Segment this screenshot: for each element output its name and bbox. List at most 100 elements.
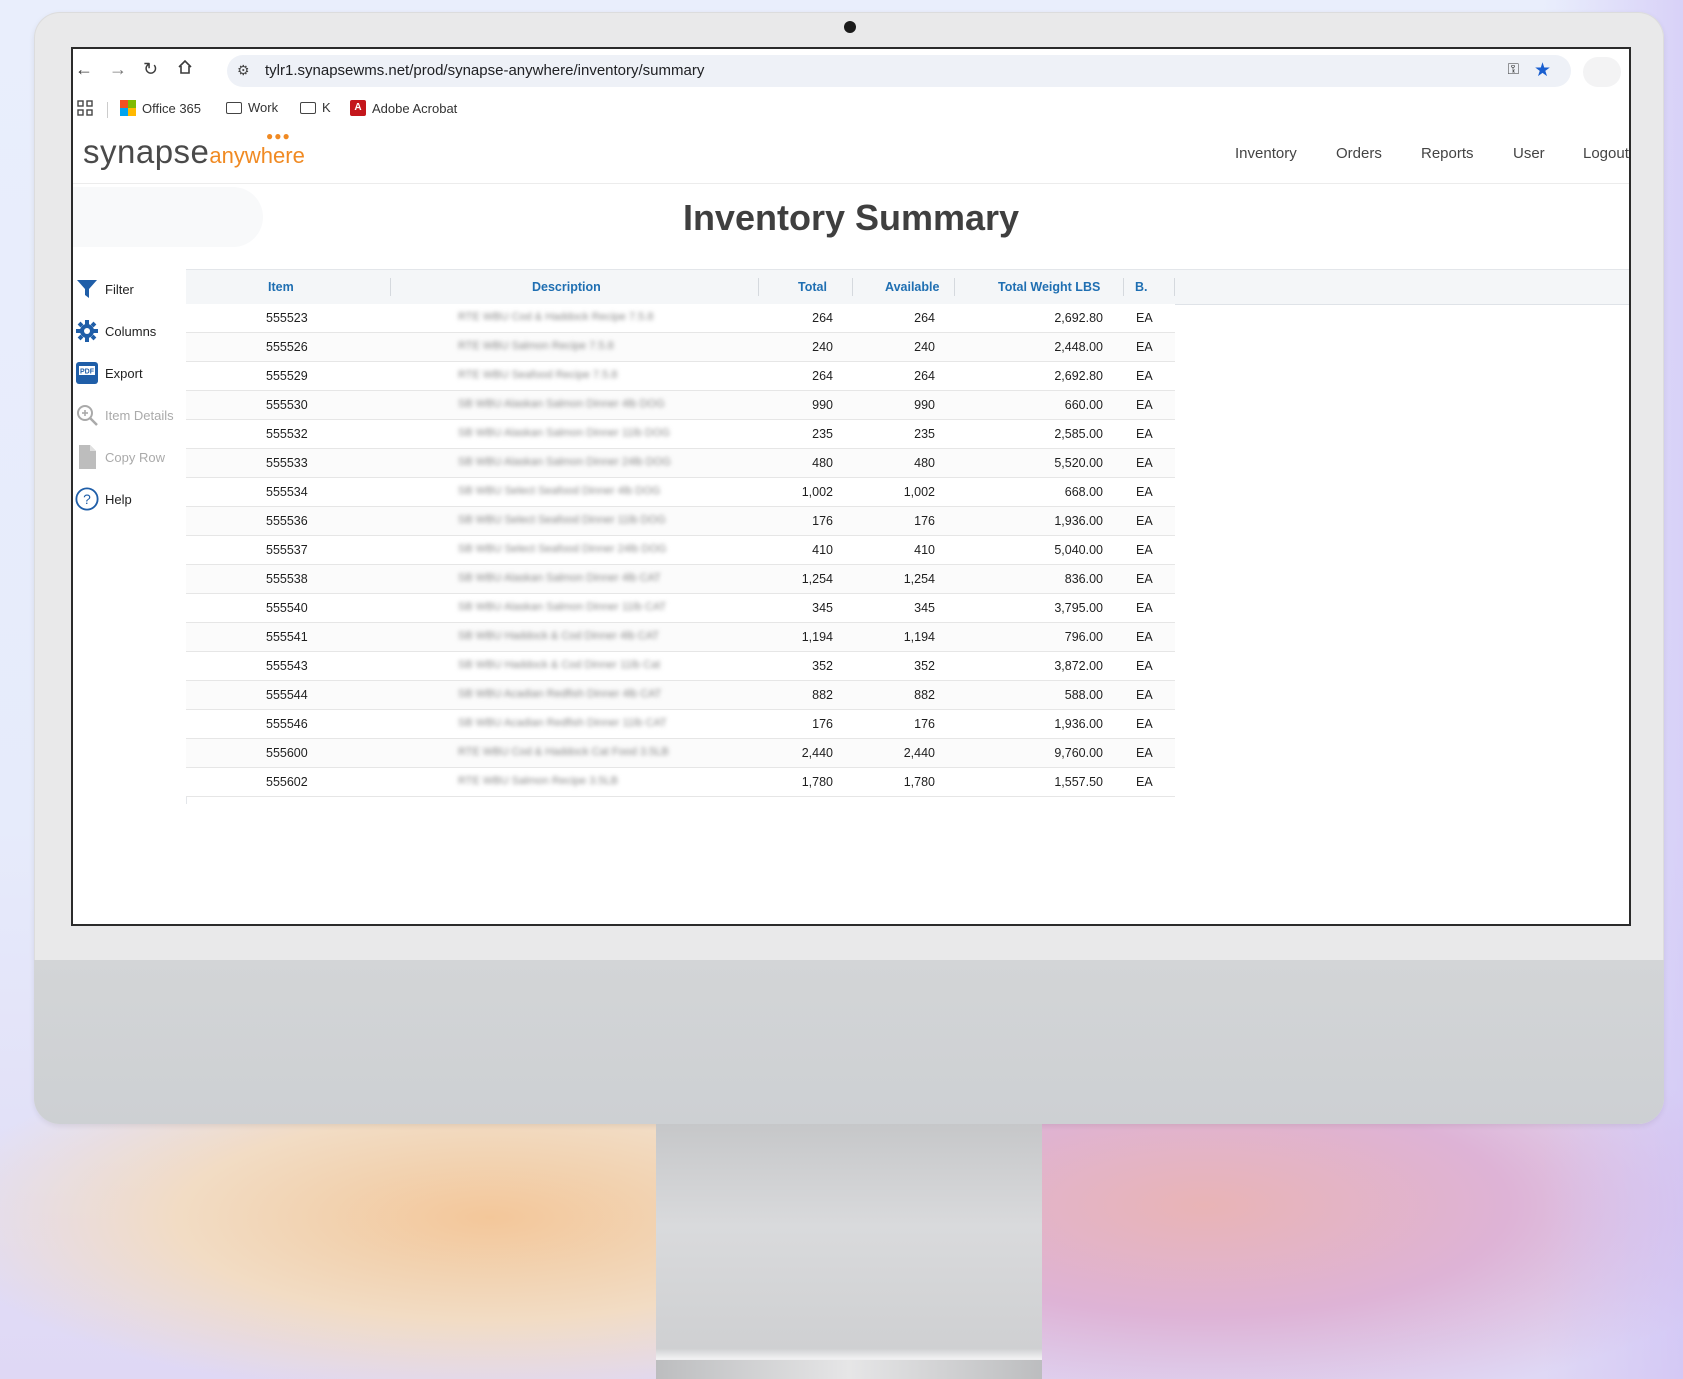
back-arrow-icon[interactable]: ← bbox=[75, 59, 93, 80]
cell-total: 1,780 bbox=[801, 775, 833, 789]
cell-total: 1,254 bbox=[801, 572, 833, 586]
column-header-available[interactable]: Available bbox=[885, 280, 939, 294]
table-row[interactable]: 555544 SB WBU Acadian Redfish Dinner 4lb … bbox=[186, 681, 1175, 710]
cell-total: 990 bbox=[812, 398, 833, 412]
cell-uom: EA bbox=[1136, 775, 1153, 789]
table-body: 555523 RTE WBU Cod & Haddock Recipe 7.5.8… bbox=[186, 304, 1175, 797]
table-row[interactable]: 555536 SB WBU Select Seafood Dinner 11lb … bbox=[186, 507, 1175, 536]
pdf-icon: PDF bbox=[75, 361, 99, 385]
cell-available: 1,002 bbox=[903, 485, 935, 499]
nav-logout[interactable]: Logout bbox=[1583, 145, 1629, 162]
nav-orders[interactable]: Orders bbox=[1336, 145, 1382, 162]
sidebar-label: Filter bbox=[105, 281, 134, 297]
site-settings-icon[interactable]: ⚙ bbox=[237, 62, 250, 79]
reload-icon[interactable]: ↻ bbox=[143, 59, 158, 80]
cell-available: 176 bbox=[914, 717, 935, 731]
cell-total-weight: 836.00 bbox=[1064, 572, 1103, 586]
cell-available: 345 bbox=[914, 601, 935, 615]
cell-total: 1,002 bbox=[801, 485, 833, 499]
table-row[interactable]: 555600 RTE WBU Cod & Haddock Cat Food 3.5… bbox=[186, 739, 1175, 768]
cell-item: 555534 bbox=[266, 485, 308, 499]
key-icon[interactable]: ⚿ bbox=[1508, 61, 1519, 78]
table-row[interactable]: 555602 RTE WBU Salmon Recipe 3.5LB 1,780 1,… bbox=[186, 768, 1175, 797]
table-row[interactable]: 555534 SB WBU Select Seafood Dinner 4lb D… bbox=[186, 478, 1175, 507]
cell-total-weight: 2,692.80 bbox=[1054, 311, 1103, 325]
home-icon[interactable] bbox=[177, 59, 193, 80]
cell-uom: EA bbox=[1136, 688, 1153, 702]
table-row[interactable]: 555540 SB WBU Alaskan Salmon Dinner 11lb … bbox=[186, 594, 1175, 623]
cell-uom: EA bbox=[1136, 311, 1153, 325]
cell-item: 555537 bbox=[266, 543, 308, 557]
column-header-total-weight[interactable]: Total Weight LBS bbox=[998, 280, 1100, 294]
bookmark-label: Work bbox=[248, 100, 279, 115]
table-row[interactable]: 555533 SB WBU Alaskan Salmon Dinner 24lb … bbox=[186, 449, 1175, 478]
cell-available: 264 bbox=[914, 311, 935, 325]
cell-total-weight: 1,936.00 bbox=[1054, 514, 1103, 528]
cell-total: 410 bbox=[812, 543, 833, 557]
column-separator[interactable] bbox=[390, 278, 391, 296]
table-row[interactable]: 555523 RTE WBU Cod & Haddock Recipe 7.5.8… bbox=[186, 304, 1175, 333]
sidebar-help-button[interactable]: ? Help bbox=[75, 487, 132, 511]
column-header-total[interactable]: Total bbox=[798, 280, 827, 294]
sidebar-columns-button[interactable]: Columns bbox=[75, 319, 156, 343]
cell-description: SB WBU Haddock & Cod Dinner 4lb CAT bbox=[458, 630, 659, 642]
cell-total: 352 bbox=[812, 659, 833, 673]
column-separator[interactable] bbox=[954, 278, 955, 296]
column-header-b[interactable]: B. bbox=[1135, 280, 1148, 294]
cell-uom: EA bbox=[1136, 746, 1153, 760]
cell-total-weight: 1,936.00 bbox=[1054, 717, 1103, 731]
table-row[interactable]: 555543 SB WBU Haddock & Cod Dinner 11lb C… bbox=[186, 652, 1175, 681]
column-header-item[interactable]: Item bbox=[268, 280, 294, 294]
table-row[interactable]: 555546 SB WBU Acadian Redfish Dinner 11lb… bbox=[186, 710, 1175, 739]
cell-total-weight: 588.00 bbox=[1064, 688, 1103, 702]
sidebar-filter-button[interactable]: Filter bbox=[75, 277, 134, 301]
sidebar-copy-row-button[interactable]: Copy Row bbox=[75, 445, 165, 469]
column-separator[interactable] bbox=[852, 278, 853, 296]
sidebar-item-details-button[interactable]: Item Details bbox=[75, 403, 174, 427]
bookmark-star-icon[interactable]: ★ bbox=[1534, 59, 1551, 82]
bookmark-k[interactable]: K bbox=[300, 100, 331, 115]
table-row[interactable]: 555526 RTE WBU Salmon Recipe 7.5.8 240 240 2… bbox=[186, 333, 1175, 362]
column-header-description[interactable]: Description bbox=[532, 280, 601, 294]
table-row[interactable]: 555532 SB WBU Alaskan Salmon Dinner 11lb … bbox=[186, 420, 1175, 449]
bookmark-office-365[interactable]: Office 365 bbox=[120, 100, 201, 116]
cell-total-weight: 2,448.00 bbox=[1054, 340, 1103, 354]
cell-available: 2,440 bbox=[903, 746, 935, 760]
cell-available: 1,780 bbox=[903, 775, 935, 789]
address-bar[interactable]: ⚙ tylr1.synapsewms.net/prod/synapse-anyw… bbox=[227, 55, 1571, 87]
svg-text:?: ? bbox=[83, 491, 91, 507]
cell-total: 176 bbox=[812, 514, 833, 528]
cell-description: SB WBU Haddock & Cod Dinner 11lb Cat bbox=[458, 659, 661, 671]
url-text[interactable]: tylr1.synapsewms.net/prod/synapse-anywhe… bbox=[265, 62, 704, 79]
bookmark-label: K bbox=[322, 100, 331, 115]
profile-button[interactable] bbox=[1583, 57, 1621, 87]
column-separator[interactable] bbox=[758, 278, 759, 296]
cell-uom: EA bbox=[1136, 630, 1153, 644]
sidebar-label: Help bbox=[105, 491, 132, 507]
nav-user[interactable]: User bbox=[1513, 145, 1545, 162]
column-separator[interactable] bbox=[1123, 278, 1124, 296]
cell-item: 555600 bbox=[266, 746, 308, 760]
nav-inventory[interactable]: Inventory bbox=[1235, 145, 1297, 162]
table-row[interactable]: 555538 SB WBU Alaskan Salmon Dinner 4lb C… bbox=[186, 565, 1175, 594]
apps-grid-icon[interactable] bbox=[77, 100, 93, 116]
column-separator[interactable] bbox=[1174, 278, 1175, 296]
copy-document-icon bbox=[75, 445, 99, 469]
bookmark-adobe-acrobat[interactable]: A Adobe Acrobat bbox=[350, 100, 457, 116]
bookmark-work[interactable]: Work bbox=[226, 100, 278, 115]
sidebar-export-button[interactable]: PDF Export bbox=[75, 361, 143, 385]
browser-toolbar: ← → ↻ ⚙ tylr1.synapsewms.net/prod/synaps… bbox=[73, 49, 1629, 91]
cell-uom: EA bbox=[1136, 543, 1153, 557]
table-row[interactable]: 555537 SB WBU Select Seafood Dinner 24lb … bbox=[186, 536, 1175, 565]
cell-description: RTE WBU Salmon Recipe 7.5.8 bbox=[458, 340, 614, 352]
table-row[interactable]: 555529 RTE WBU Seafood Recipe 7.5.8 264 264… bbox=[186, 362, 1175, 391]
cell-available: 176 bbox=[914, 514, 935, 528]
cell-total-weight: 2,692.80 bbox=[1054, 369, 1103, 383]
table-row[interactable]: 555541 SB WBU Haddock & Cod Dinner 4lb CA… bbox=[186, 623, 1175, 652]
forward-arrow-icon[interactable]: → bbox=[109, 59, 127, 80]
table-header: Item Description Total Available Total W… bbox=[186, 269, 1629, 305]
cell-uom: EA bbox=[1136, 398, 1153, 412]
table-row[interactable]: 555530 SB WBU Alaskan Salmon Dinner 4lb D… bbox=[186, 391, 1175, 420]
cell-description: SB WBU Select Seafood Dinner 24lb DOG bbox=[458, 543, 667, 555]
nav-reports[interactable]: Reports bbox=[1421, 145, 1474, 162]
